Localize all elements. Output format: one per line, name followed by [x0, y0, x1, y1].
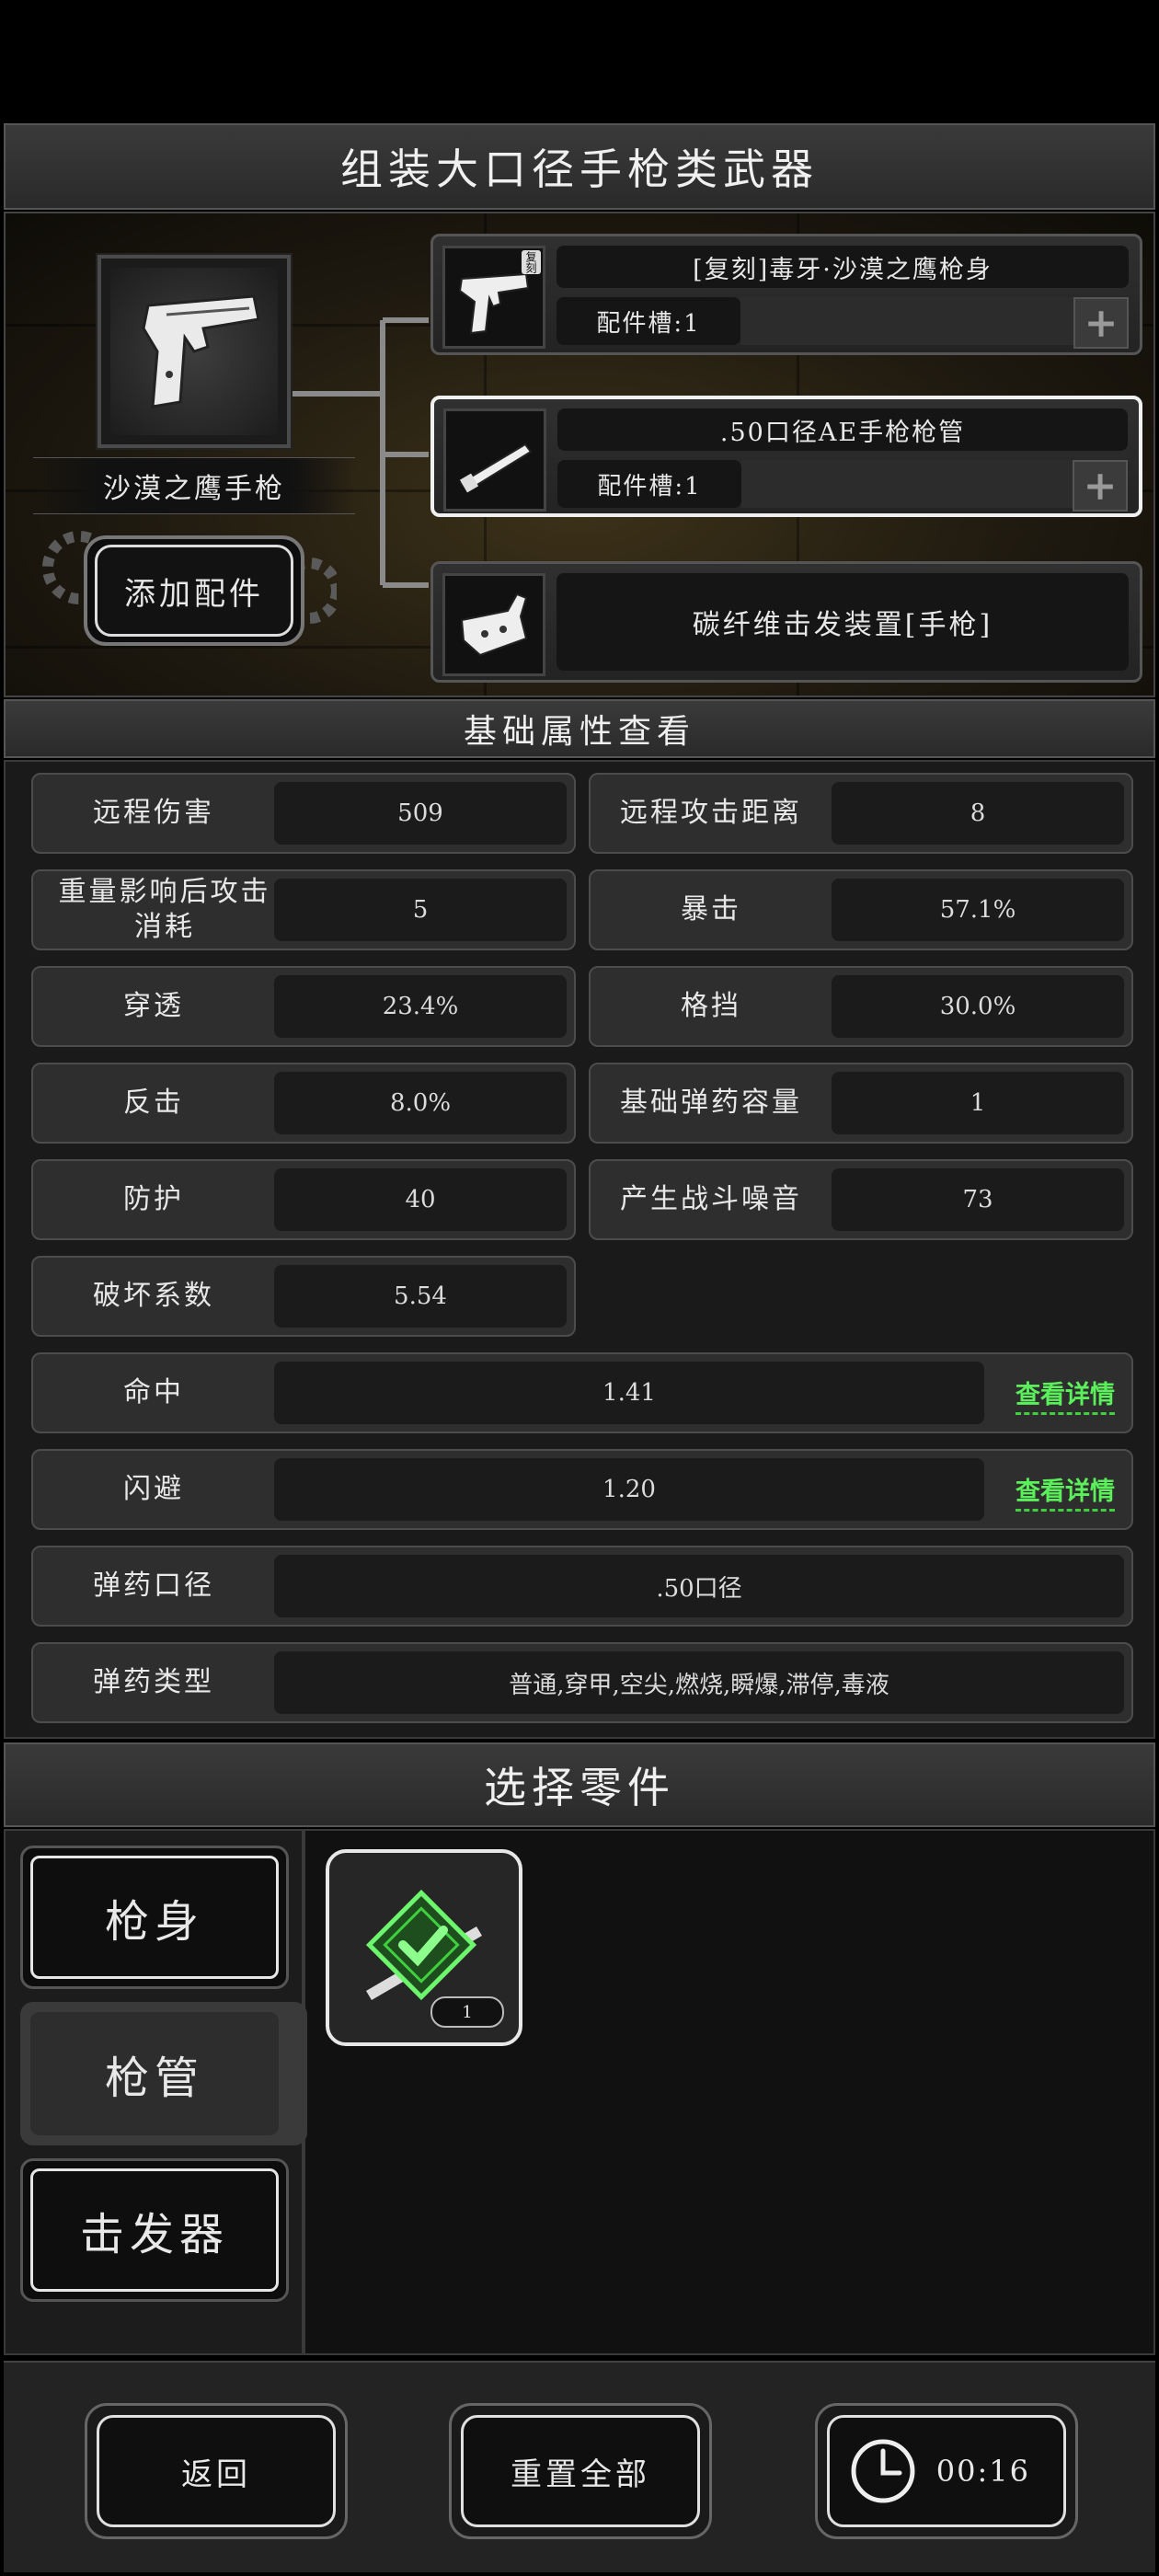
- stat-ranged-damage: 远程伤害 509: [31, 773, 576, 854]
- stat-label: 防护: [123, 1183, 184, 1215]
- stat-penetration: 穿透 23.4%: [31, 966, 576, 1047]
- stat-label: 格挡: [681, 990, 741, 1022]
- stat-label: 命中: [123, 1376, 184, 1409]
- category-label: 枪身: [30, 1856, 279, 1979]
- stat-weight-cost: 重量影响后攻击消耗 5: [31, 869, 576, 950]
- stat-label: 基础弹药容量: [620, 1087, 802, 1119]
- stat-label: 穿透: [123, 990, 184, 1022]
- timer-value: 00:16: [935, 2454, 1030, 2489]
- stat-value: 5.54: [274, 1265, 567, 1328]
- add-accessory-button[interactable]: 添加配件: [84, 535, 304, 646]
- stat-ammo-capacity: 基础弹药容量 1: [589, 1063, 1133, 1144]
- stat-label: 弹药类型: [93, 1666, 214, 1698]
- stat-value: 73: [832, 1168, 1124, 1231]
- stat-crit: 暴击 57.1%: [589, 869, 1133, 950]
- stat-value: 5: [274, 879, 567, 941]
- stat-value: 40: [274, 1168, 567, 1231]
- stat-label: 暴击: [681, 893, 741, 926]
- stat-label: 破坏系数: [93, 1280, 214, 1312]
- stat-noise: 产生战斗噪音 73: [589, 1159, 1133, 1240]
- stat-defense: 防护 40: [31, 1159, 576, 1240]
- stat-label: 重量影响后攻击消耗: [58, 876, 271, 943]
- replica-badge: 复刻: [522, 250, 541, 274]
- back-button[interactable]: 返回: [85, 2403, 348, 2539]
- slot-count: 配件槽:1: [557, 460, 741, 508]
- stat-caliber: 弹药口径 .50口径: [31, 1546, 1133, 1627]
- stat-label: 闪避: [123, 1473, 184, 1505]
- stat-hit: 命中 1.41 查看详情: [31, 1352, 1133, 1433]
- stat-label: 弹药口径: [93, 1570, 214, 1602]
- pistol-icon: [142, 294, 260, 408]
- parts-selection-area: 枪身 枪管 击发器 1: [4, 1829, 1155, 2355]
- stat-label: 产生战斗噪音: [620, 1183, 802, 1215]
- slot-bar: [741, 460, 1128, 508]
- stat-value: 8.0%: [274, 1072, 567, 1134]
- part-card-trigger[interactable]: 碳纤维击发装置[手枪]: [430, 561, 1142, 683]
- select-section-title: 选择零件: [4, 1742, 1155, 1827]
- stat-label: 远程攻击距离: [620, 797, 802, 829]
- page-title: 组装大口径手枪类武器: [4, 123, 1155, 210]
- category-tab-barrel[interactable]: 枪管: [20, 2002, 307, 2145]
- hit-detail-link[interactable]: 查看详情: [1016, 1374, 1115, 1415]
- plus-icon: +: [1084, 299, 1119, 347]
- stat-ammo-types: 弹药类型 普通,穿甲,空尖,燃烧,瞬爆,滞停,毒液: [31, 1642, 1133, 1723]
- stat-block: 格挡 30.0%: [589, 966, 1133, 1047]
- part-name: [复刻]毒牙·沙漠之鹰枪身: [557, 246, 1129, 288]
- stat-value: 1.41: [274, 1362, 984, 1424]
- category-label: 枪管: [30, 2012, 279, 2135]
- stat-label: 反击: [123, 1087, 184, 1119]
- plus-icon: +: [1083, 462, 1118, 510]
- stat-ranged-distance: 远程攻击距离 8: [589, 773, 1133, 854]
- weapon-name: 沙漠之鹰手枪: [33, 457, 355, 514]
- category-tab-trigger[interactable]: 击发器: [20, 2158, 289, 2302]
- stat-value: 30.0%: [832, 975, 1124, 1038]
- reset-all-button[interactable]: 重置全部: [449, 2403, 712, 2539]
- part-card-barrel[interactable]: .50口径AE手枪枪管 配件槽:1 +: [430, 396, 1142, 517]
- category-sidebar: 枪身 枪管 击发器: [6, 1831, 307, 2353]
- stats-section-title: 基础属性查看: [4, 699, 1155, 758]
- part-name: 碳纤维击发装置[手枪]: [557, 573, 1129, 671]
- part-card-frame[interactable]: 复刻 [复刻]毒牙·沙漠之鹰枪身 配件槽:1 +: [430, 234, 1142, 355]
- add-slot-button[interactable]: +: [1073, 460, 1128, 512]
- stat-value: 23.4%: [274, 975, 567, 1038]
- part-name: .50口径AE手枪枪管: [557, 408, 1128, 451]
- slot-count: 配件槽:1: [557, 297, 740, 345]
- stat-value: 57.1%: [832, 879, 1124, 941]
- stat-value: 8: [832, 782, 1124, 845]
- stat-value: .50口径: [274, 1555, 1124, 1617]
- barrel-icon: [443, 408, 546, 512]
- footer-bar: 返回 重置全部 00:16: [4, 2361, 1155, 2572]
- category-tab-frame[interactable]: 枪身: [20, 1846, 289, 1989]
- pistol-frame-icon: 复刻: [442, 246, 545, 349]
- stats-panel: 远程伤害 509 远程攻击距离 8 重量影响后攻击消耗 5 暴击 57.1% 穿…: [4, 760, 1155, 1739]
- stat-dodge: 闪避 1.20 查看详情: [31, 1449, 1133, 1530]
- item-count: 1: [430, 1996, 504, 2028]
- dodge-detail-link[interactable]: 查看详情: [1016, 1471, 1115, 1512]
- add-accessory-label: 添加配件: [95, 545, 293, 637]
- part-item-slot[interactable]: 1: [326, 1849, 522, 2046]
- add-slot-button[interactable]: +: [1073, 297, 1129, 349]
- category-label: 击发器: [30, 2168, 279, 2292]
- slot-bar: [740, 297, 1129, 345]
- stat-value: 509: [274, 782, 567, 845]
- stat-value: 1: [832, 1072, 1124, 1134]
- stat-destruction: 破坏系数 5.54: [31, 1256, 576, 1337]
- trigger-icon: [442, 573, 545, 676]
- stat-counter: 反击 8.0%: [31, 1063, 576, 1144]
- stat-label: 远程伤害: [93, 797, 214, 829]
- timer-button[interactable]: 00:16: [815, 2403, 1078, 2539]
- stat-value: 1.20: [274, 1458, 984, 1521]
- assembly-panel: 沙漠之鹰手枪 添加配件 复刻 [复刻]毒牙·沙漠之鹰枪身 配件槽:1 + .50…: [4, 212, 1155, 697]
- reset-label: 重置全部: [461, 2415, 700, 2527]
- back-label: 返回: [97, 2415, 336, 2527]
- weapon-portrait[interactable]: [96, 253, 293, 450]
- stat-value: 普通,穿甲,空尖,燃烧,瞬爆,滞停,毒液: [274, 1651, 1124, 1714]
- clock-icon: [851, 2439, 915, 2503]
